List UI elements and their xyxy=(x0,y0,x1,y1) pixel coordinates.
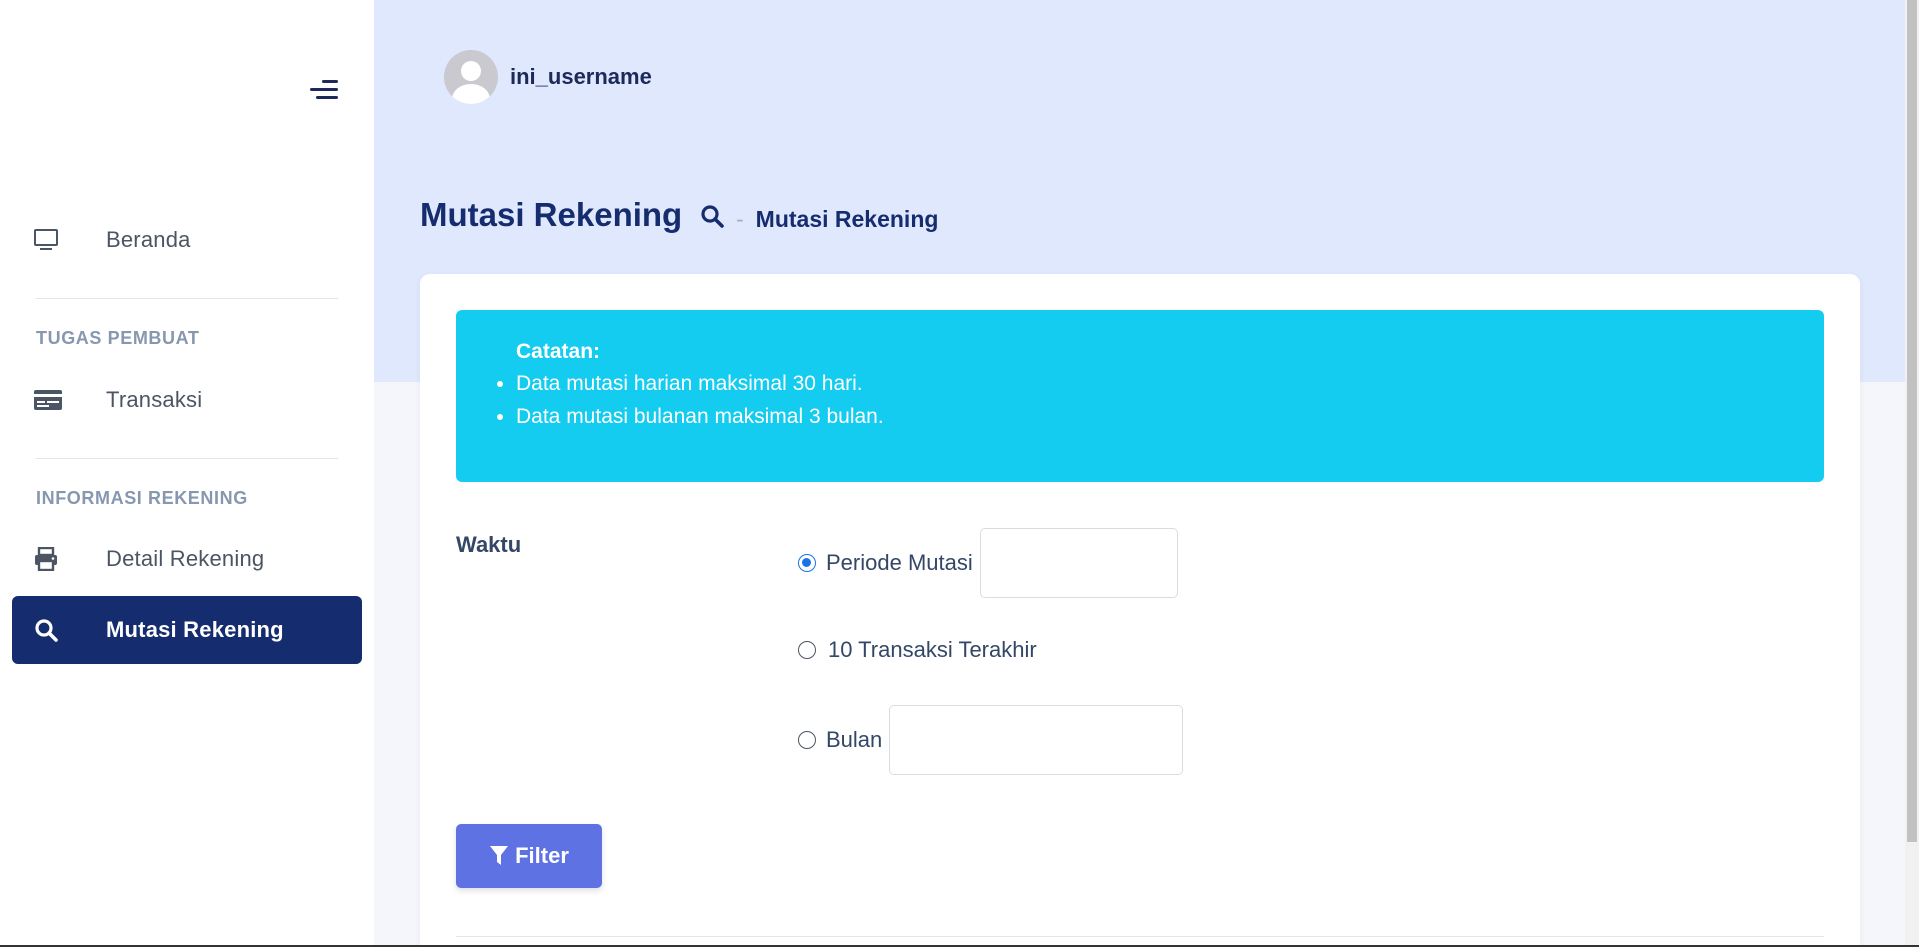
username: ini_username xyxy=(510,64,652,89)
option-periode-mutasi: Periode Mutasi xyxy=(798,528,1178,598)
breadcrumb: - Mutasi Rekening xyxy=(700,204,938,234)
sidebar-item-beranda[interactable]: Beranda xyxy=(12,206,362,274)
filter-icon xyxy=(490,846,509,865)
bulan-label: Bulan xyxy=(826,727,883,752)
sidebar-item-transaksi[interactable]: Transaksi xyxy=(12,366,362,434)
breadcrumb-current: Mutasi Rekening xyxy=(755,205,939,232)
alert-title: Catatan: xyxy=(516,340,601,363)
bulan-input[interactable] xyxy=(889,705,1184,775)
periode-mutasi-input[interactable] xyxy=(979,528,1178,598)
sidebar-item-label: Detail Rekening xyxy=(106,546,265,571)
sidebar-item-mutasi-rekening[interactable]: Mutasi Rekening xyxy=(12,596,362,664)
section-title-informasi: INFORMASI REKENING xyxy=(36,488,248,508)
option-bulan: Bulan xyxy=(798,705,1184,775)
search-icon[interactable] xyxy=(700,204,724,234)
filter-button[interactable]: Filter xyxy=(456,824,602,888)
option-10-transaksi: 10 Transaksi Terakhir xyxy=(798,637,1037,663)
sidebar-item-label: Beranda xyxy=(106,227,191,252)
bulan-radio[interactable] xyxy=(798,731,816,749)
sidebar-item-label: Mutasi Rekening xyxy=(106,617,284,642)
avatar xyxy=(444,50,498,104)
alert-item: Data mutasi bulanan maksimal 3 bulan. xyxy=(516,405,1824,429)
monitor-icon xyxy=(34,229,74,251)
periode-mutasi-radio[interactable] xyxy=(798,554,816,572)
filter-card: Catatan: Data mutasi harian maksimal 30 … xyxy=(420,274,1860,947)
sidebar-item-label: Transaksi xyxy=(106,387,203,412)
filter-button-label: Filter xyxy=(515,843,569,868)
scrollbar[interactable] xyxy=(1905,0,1919,947)
info-alert: Catatan: Data mutasi harian maksimal 30 … xyxy=(456,310,1824,482)
breadcrumb-separator: - xyxy=(736,205,744,232)
card-icon xyxy=(34,390,74,410)
page-title: Mutasi Rekening xyxy=(420,196,683,233)
card-divider xyxy=(456,936,1824,937)
periode-mutasi-label: Periode Mutasi xyxy=(826,550,973,575)
scrollbar-thumb[interactable] xyxy=(1907,0,1917,842)
menu-toggle-button[interactable] xyxy=(308,78,340,102)
section-title-tugas: TUGAS PEMBUAT xyxy=(36,328,200,348)
sidebar-divider xyxy=(36,458,338,459)
sidebar-divider xyxy=(36,298,338,299)
printer-icon xyxy=(34,547,74,571)
user-profile[interactable]: ini_username xyxy=(444,50,652,104)
alert-item: Data mutasi harian maksimal 30 hari. xyxy=(516,372,1824,396)
transaksi-terakhir-label: 10 Transaksi Terakhir xyxy=(828,637,1037,662)
search-icon xyxy=(34,618,74,642)
transaksi-terakhir-radio[interactable] xyxy=(798,641,816,659)
sidebar: Beranda TUGAS PEMBUAT Transaksi INFORMAS… xyxy=(0,0,374,947)
waktu-label: Waktu xyxy=(456,532,522,557)
sidebar-item-detail-rekening[interactable]: Detail Rekening xyxy=(12,525,362,593)
alert-list: Data mutasi harian maksimal 30 hari. Dat… xyxy=(516,372,1824,429)
